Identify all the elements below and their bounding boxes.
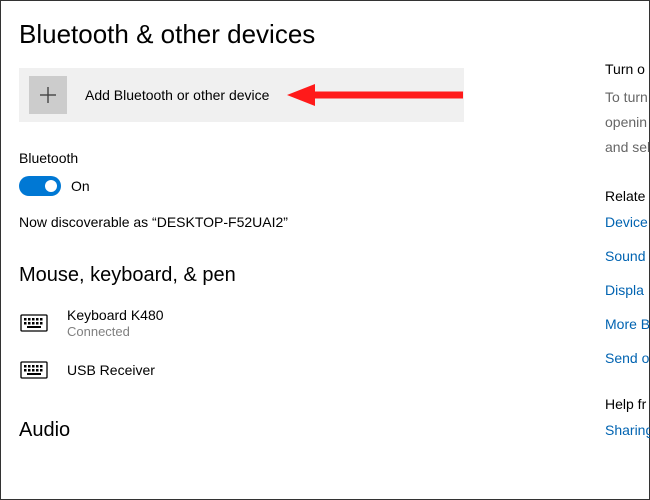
side-heading: Help fr xyxy=(605,396,650,412)
category-heading-audio: Audio xyxy=(19,419,586,442)
bluetooth-label: Bluetooth xyxy=(19,150,586,166)
category-heading-input: Mouse, keyboard, & pen xyxy=(19,264,586,287)
side-link[interactable]: Sound xyxy=(605,248,650,264)
bluetooth-toggle[interactable] xyxy=(19,176,61,196)
keyboard-icon xyxy=(19,361,49,379)
device-item[interactable]: USB Receiver xyxy=(19,355,586,385)
sidebar-right: Turn o To turn openin and sel Relate Dev… xyxy=(605,61,650,468)
side-heading: Turn o xyxy=(605,61,650,77)
device-name: Keyboard K480 xyxy=(67,307,164,323)
side-link[interactable]: Send o xyxy=(605,350,650,366)
side-text: To turn xyxy=(605,87,650,108)
side-link[interactable]: More B xyxy=(605,316,650,332)
side-text: and sel xyxy=(605,137,650,158)
device-name: USB Receiver xyxy=(67,362,155,378)
bluetooth-toggle-state: On xyxy=(71,178,90,194)
device-item[interactable]: Keyboard K480 Connected xyxy=(19,301,586,345)
page-title: Bluetooth & other devices xyxy=(19,19,586,50)
side-link[interactable]: Displa xyxy=(605,282,650,298)
side-text: openin xyxy=(605,112,650,133)
add-device-label: Add Bluetooth or other device xyxy=(85,87,269,103)
keyboard-icon xyxy=(19,314,49,332)
discoverable-text: Now discoverable as “DESKTOP-F52UAI2” xyxy=(19,214,586,230)
plus-icon xyxy=(29,76,67,114)
device-status: Connected xyxy=(67,324,164,339)
side-link[interactable]: Sharing xyxy=(605,422,650,438)
side-heading: Relate xyxy=(605,188,650,204)
side-link[interactable]: Device xyxy=(605,214,650,230)
add-device-button[interactable]: Add Bluetooth or other device xyxy=(19,68,464,122)
